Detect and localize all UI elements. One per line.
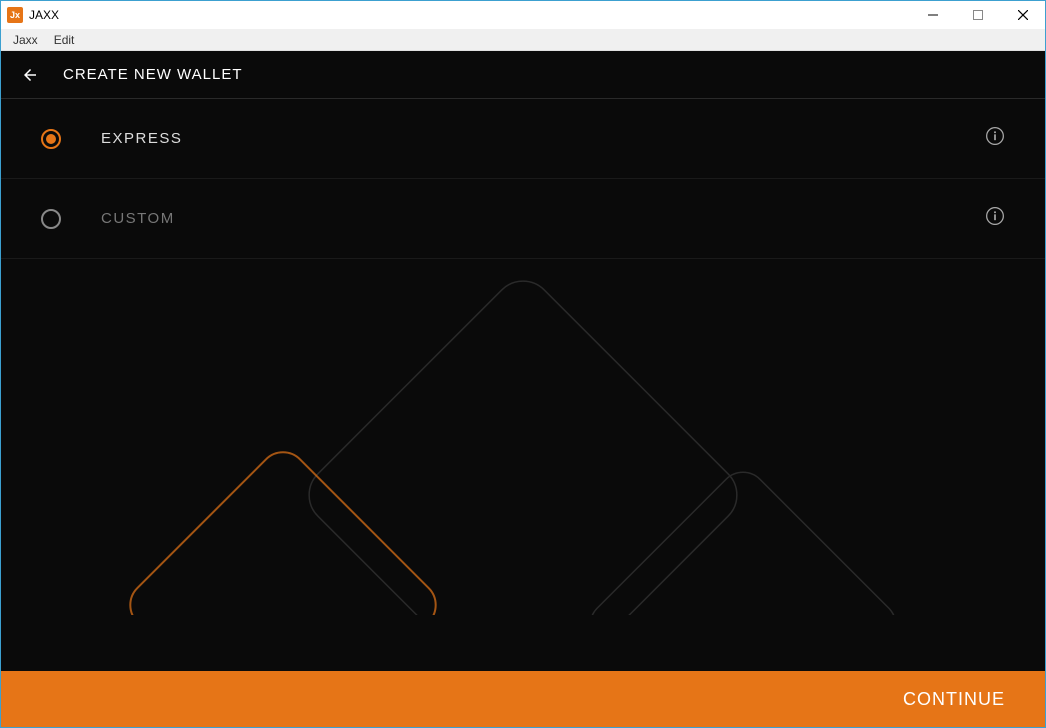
minimize-button[interactable] bbox=[910, 1, 955, 29]
continue-bar[interactable]: CONTINUE bbox=[1, 671, 1045, 727]
app-icon: Jx bbox=[7, 7, 23, 23]
arrow-left-icon bbox=[21, 66, 39, 84]
diamond-logo-icon bbox=[73, 265, 973, 615]
app-header: CREATE NEW WALLET bbox=[1, 51, 1045, 99]
info-icon bbox=[985, 126, 1005, 146]
window-controls bbox=[910, 1, 1045, 29]
page-title: CREATE NEW WALLET bbox=[63, 66, 243, 83]
titlebar: Jx JAXX bbox=[1, 1, 1045, 29]
info-icon bbox=[985, 206, 1005, 226]
back-button[interactable] bbox=[21, 66, 39, 84]
radio-dot-icon bbox=[46, 134, 56, 144]
info-icon-custom[interactable] bbox=[985, 206, 1005, 231]
close-button[interactable] bbox=[1000, 1, 1045, 29]
background-decoration bbox=[1, 265, 1045, 615]
close-icon bbox=[1018, 10, 1028, 20]
maximize-button[interactable] bbox=[955, 1, 1000, 29]
window-title: JAXX bbox=[29, 8, 59, 22]
app-content: CREATE NEW WALLET EXPRESS bbox=[1, 51, 1045, 727]
menu-edit[interactable]: Edit bbox=[46, 33, 83, 47]
radio-custom[interactable] bbox=[41, 209, 61, 229]
option-express[interactable]: EXPRESS bbox=[1, 99, 1045, 179]
titlebar-left: Jx JAXX bbox=[7, 7, 59, 23]
option-label-express: EXPRESS bbox=[101, 130, 985, 147]
continue-button[interactable]: CONTINUE bbox=[903, 689, 1005, 710]
options-area: EXPRESS CUSTOM bbox=[1, 99, 1045, 671]
menubar: Jaxx Edit bbox=[1, 29, 1045, 51]
menu-jaxx[interactable]: Jaxx bbox=[5, 33, 46, 47]
window-frame: Jx JAXX Jaxx Edit CREATE bbox=[0, 0, 1046, 728]
option-label-custom: CUSTOM bbox=[101, 210, 985, 227]
maximize-icon bbox=[973, 10, 983, 20]
option-custom[interactable]: CUSTOM bbox=[1, 179, 1045, 259]
minimize-icon bbox=[928, 10, 938, 20]
info-icon-express[interactable] bbox=[985, 126, 1005, 151]
radio-express[interactable] bbox=[41, 129, 61, 149]
